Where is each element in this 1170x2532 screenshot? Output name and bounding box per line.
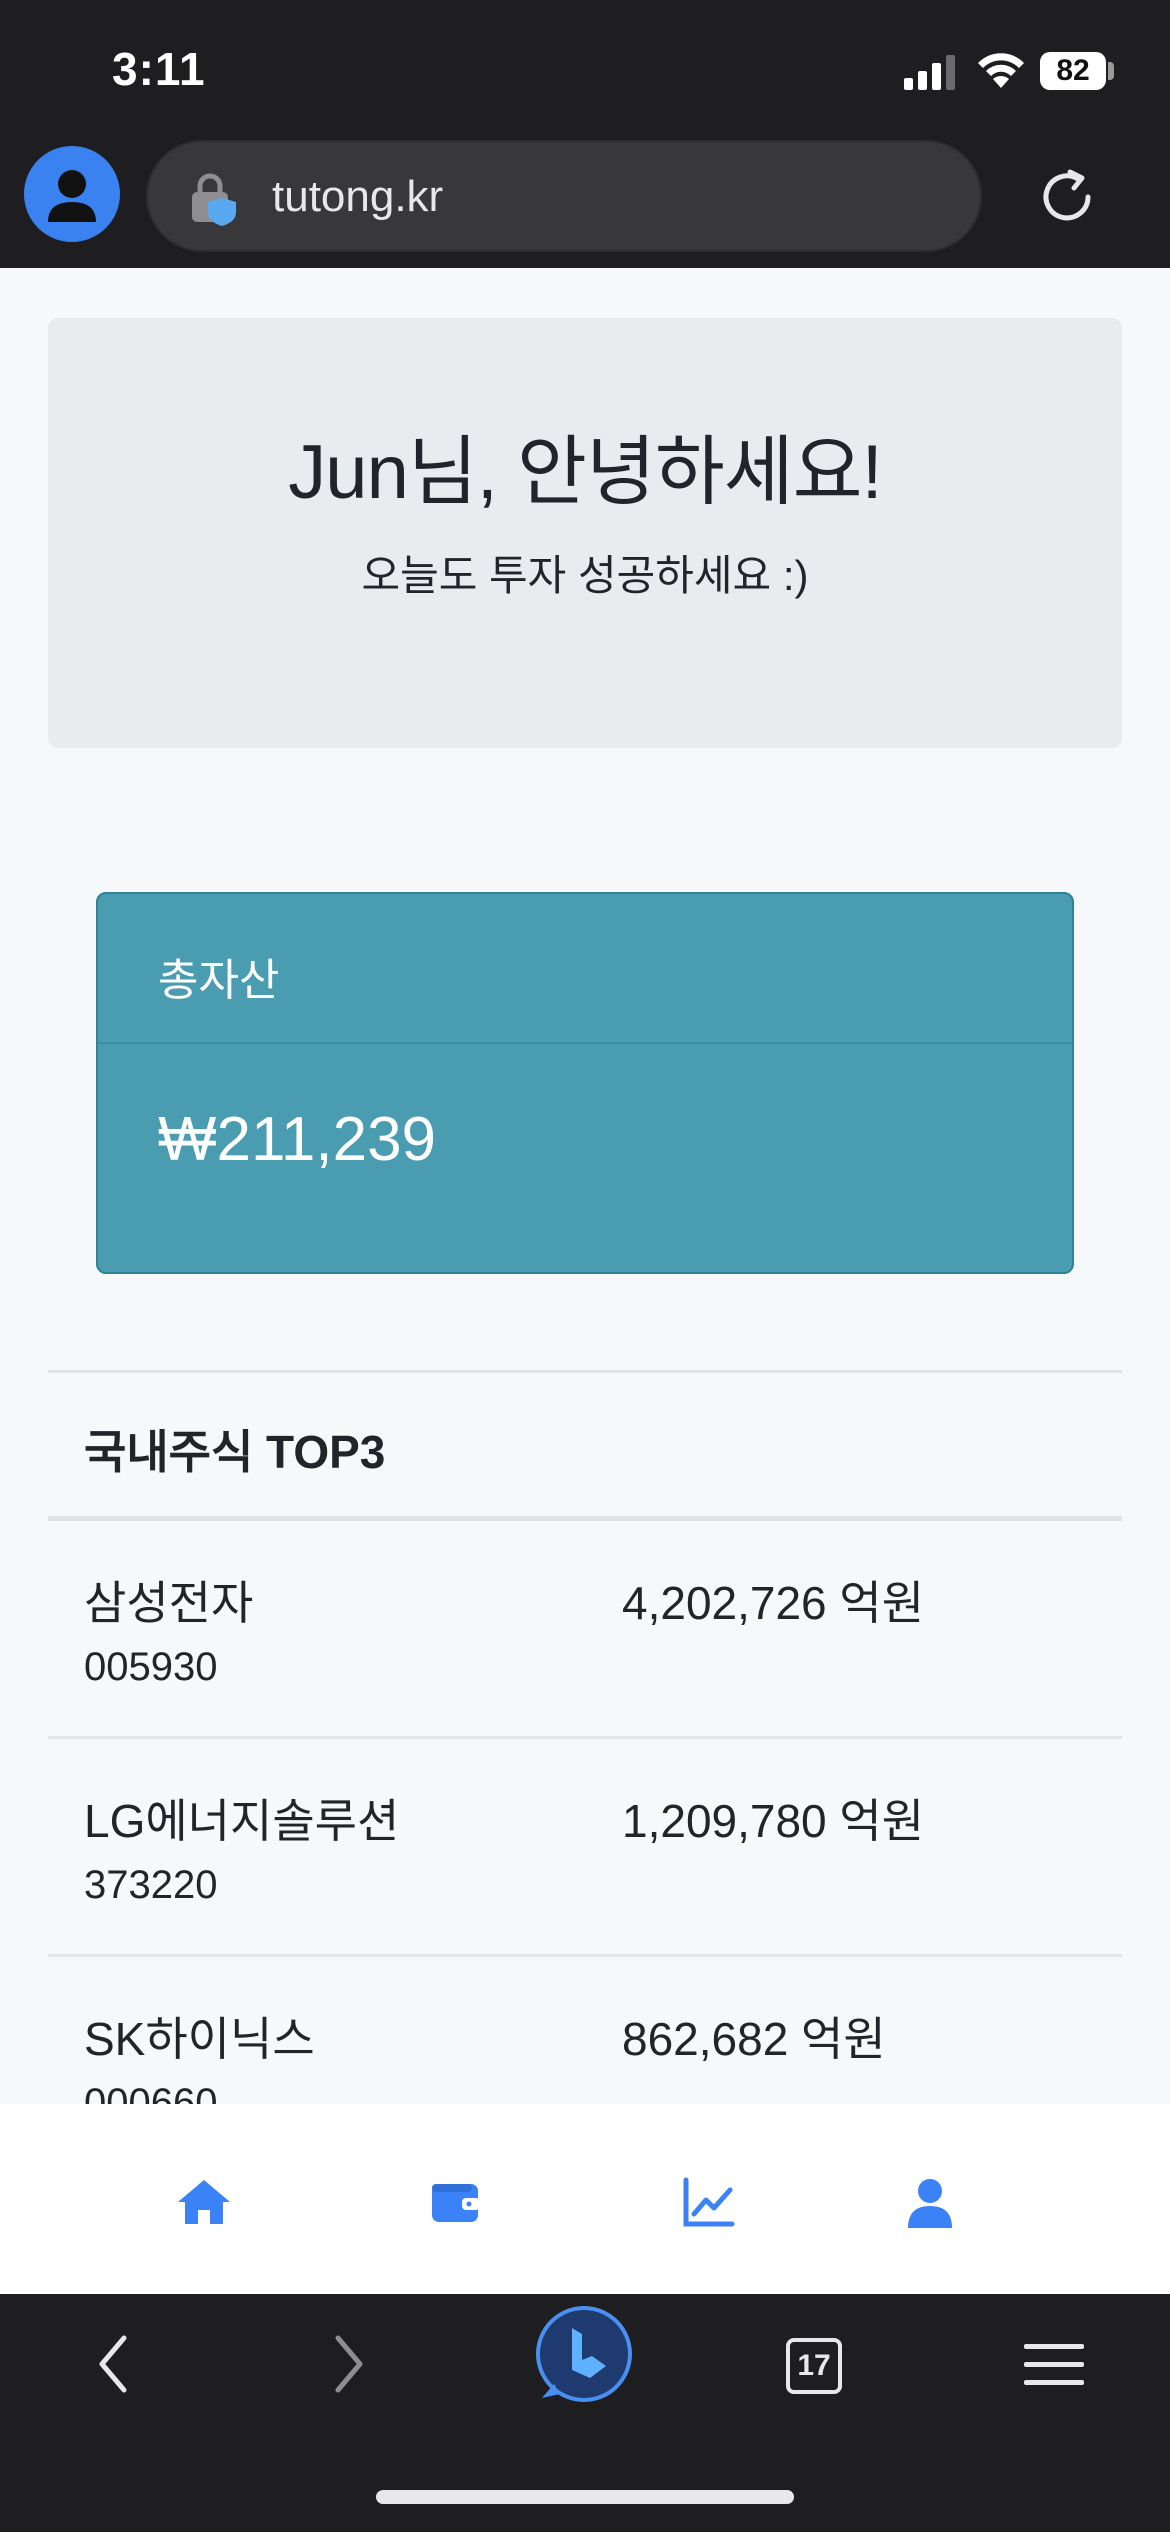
reload-icon[interactable]	[1036, 166, 1098, 228]
tabs-icon[interactable]: 17	[786, 2294, 852, 2434]
stock-table-title: 국내주식 TOP3	[84, 1426, 386, 1478]
lock-icon	[192, 173, 236, 226]
wallet-icon	[432, 2184, 480, 2222]
home-icon	[178, 2180, 230, 2224]
asset-card-header: 총자산	[98, 894, 1072, 1044]
table-row[interactable]: 삼성전자 005930 4,202,726 억원	[48, 1521, 1122, 1739]
greeting-title: Jun님, 안녕하세요!	[288, 430, 882, 515]
stock-market-cap: 4,202,726 억원	[622, 1577, 925, 1629]
user-icon	[908, 2179, 952, 2228]
avatar-icon[interactable]	[24, 146, 120, 242]
nav-chart[interactable]	[608, 2104, 808, 2294]
battery-icon: 82	[1040, 52, 1106, 90]
battery-tip	[1108, 62, 1114, 80]
tabs-count: 17	[786, 2338, 842, 2394]
asset-label: 총자산	[158, 956, 280, 1005]
chart-icon	[683, 2177, 735, 2227]
nav-wallet[interactable]	[356, 2104, 556, 2294]
app-bottom-nav	[0, 2104, 1170, 2294]
table-divider	[48, 1370, 1122, 1373]
nav-profile[interactable]	[830, 2104, 1030, 2294]
table-row[interactable]: LG에너지솔루션 373220 1,209,780 억원	[48, 1739, 1122, 1957]
stock-name: SK하이닉스	[84, 2013, 315, 2065]
asset-value: ₩211,239	[158, 1105, 437, 1174]
status-bar: 3:11 82	[0, 0, 1170, 140]
greeting-card: Jun님, 안녕하세요! 오늘도 투자 성공하세요 :)	[48, 318, 1122, 748]
status-time: 3:11	[112, 43, 206, 95]
back-icon[interactable]	[84, 2294, 144, 2434]
stock-name: 삼성전자	[84, 1577, 254, 1629]
forward-icon[interactable]	[318, 2294, 378, 2434]
greeting-subtitle: 오늘도 투자 성공하세요 :)	[361, 552, 809, 599]
stock-name: LG에너지솔루션	[84, 1795, 400, 1847]
signal-icon	[904, 55, 955, 90]
url-field[interactable]: tutong.kr	[146, 140, 982, 252]
stock-market-cap: 1,209,780 억원	[622, 1795, 925, 1847]
nav-home[interactable]	[104, 2104, 304, 2294]
bing-icon[interactable]	[530, 2294, 640, 2434]
menu-icon[interactable]	[1016, 2294, 1092, 2434]
total-asset-card: 총자산 ₩211,239	[96, 892, 1074, 1274]
stock-code: 005930	[84, 1645, 218, 1689]
wifi-icon	[978, 53, 1024, 88]
home-indicator	[376, 2490, 794, 2504]
stock-code: 373220	[84, 1863, 218, 1907]
browser-address-bar: tutong.kr	[0, 140, 1170, 268]
url-text: tutong.kr	[272, 172, 444, 221]
stock-market-cap: 862,682 억원	[622, 2013, 886, 2065]
